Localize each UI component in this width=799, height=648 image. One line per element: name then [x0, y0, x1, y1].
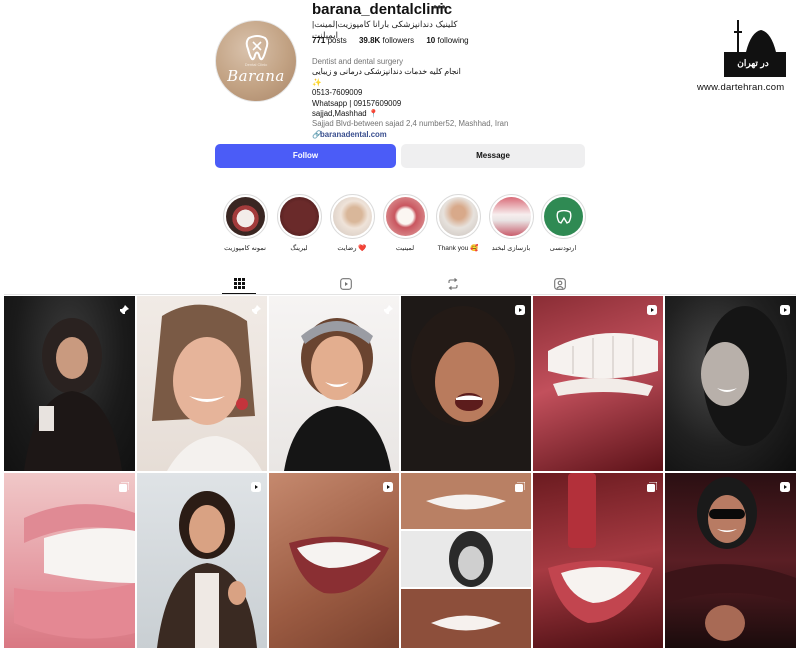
pin-icon — [251, 302, 261, 320]
post-tile-pinned-smile[interactable] — [137, 296, 267, 471]
post-tile-reel-smile-closeup[interactable] — [269, 473, 399, 648]
woman-thumbs-up-illustration — [157, 491, 257, 648]
profile-bio: Dentist and dental surgery انجام کلیه خد… — [312, 57, 572, 140]
following-label: following — [437, 36, 469, 45]
followers-stat[interactable]: 39.8K followers — [359, 36, 414, 45]
highlight-cover — [276, 194, 322, 239]
posts-count: 771 — [312, 36, 326, 45]
tagged-user-icon — [554, 278, 566, 290]
reel-icon — [251, 479, 261, 497]
followers-label: followers — [382, 36, 415, 45]
bio-whatsapp: Whatsapp | 09157609009 — [312, 98, 402, 108]
lipstick-smile-illustration — [548, 473, 653, 623]
highlight-cover — [329, 194, 375, 239]
reel-icon — [780, 302, 790, 320]
highlight-thank-you[interactable]: Thank you 🥰 — [434, 194, 482, 252]
highlight-satisfaction[interactable]: رضایت ❤️ — [328, 194, 376, 252]
tabs-divider — [4, 294, 796, 295]
highlight-label: نمونه کامپوزیت — [224, 245, 266, 252]
bio-phone: 0513-7609009 — [312, 88, 363, 98]
highlight-laminate[interactable]: لمینیت — [381, 194, 429, 252]
following-stat[interactable]: 10 following — [426, 36, 468, 45]
pin-icon — [383, 302, 393, 320]
profile-avatar[interactable]: Dental Clinic Barana — [215, 20, 297, 102]
woman-bw-portrait-illustration — [701, 306, 787, 446]
highlight-cover — [222, 194, 268, 239]
link-icon: 🔗 — [312, 129, 322, 139]
tab-reposts[interactable] — [436, 276, 470, 294]
highlight-cover — [540, 194, 586, 239]
post-tile-carousel-collage[interactable] — [401, 473, 531, 648]
watermark-site: www.dartehran.com — [697, 82, 785, 93]
teeth-closeup-illustration — [548, 333, 658, 396]
post-tile-reel-sunglasses[interactable] — [665, 473, 796, 648]
profile-username: barana_dentalclinic — [312, 1, 453, 18]
highlight-label: لمینیت — [395, 245, 415, 252]
post-tile-reel-teeth-closeup[interactable] — [533, 296, 663, 471]
followers-count: 39.8K — [358, 36, 381, 45]
reel-icon — [383, 479, 393, 497]
post-tile-reel-thumbs-up[interactable] — [137, 473, 267, 648]
reel-icon — [780, 479, 790, 497]
bio-services: انجام کلیه خدمات دندانپزشکی درمانی و زیب… — [312, 67, 461, 87]
woman-laughing-illustration — [411, 306, 515, 426]
grid-icon — [233, 278, 245, 289]
follow-button[interactable]: Follow — [215, 144, 396, 168]
highlight-smile-makeover[interactable]: بازسازی لبخند — [487, 194, 535, 252]
highlight-cover — [435, 194, 481, 239]
following-count: 10 — [426, 36, 436, 45]
logo-wordmark: Barana — [227, 67, 285, 85]
highlight-orthodontics[interactable]: ارتودنسی — [539, 194, 587, 252]
highlight-label: رضایت ❤️ — [337, 245, 367, 252]
tab-reels[interactable] — [329, 276, 363, 294]
lips-veneers-illustration — [14, 504, 135, 639]
woman-headband-illustration — [284, 318, 391, 471]
carousel-icon — [119, 479, 130, 497]
reel-icon — [647, 302, 657, 320]
pin-icon — [119, 302, 129, 320]
more-options-icon[interactable]: ••• — [433, 0, 446, 14]
dartehran-logo-icon — [724, 20, 786, 77]
post-tile-reel-laughing[interactable] — [401, 296, 531, 471]
smile-closeup-illustration — [289, 536, 389, 594]
bio-address[interactable]: Sajjad Blvd-between sajad 2,4 number52, … — [312, 119, 572, 129]
post-tile-pinned-portrait[interactable] — [4, 296, 135, 471]
tab-posts[interactable] — [222, 276, 256, 294]
posts-label: posts — [327, 36, 347, 45]
highlight-learning[interactable]: لیرینگ — [275, 194, 323, 252]
watermark-logo-text: در تهران — [737, 58, 769, 68]
carousel-icon — [647, 479, 658, 497]
profile-stats: 771 posts 39.8K followers 10 following — [312, 36, 479, 45]
bio-link-row[interactable]: 🔗baranadental.com — [312, 130, 572, 140]
reel-icon — [515, 302, 525, 320]
highlight-label: Thank you 🥰 — [437, 245, 479, 252]
posts-stat: 771 posts — [312, 36, 347, 45]
highlight-label: لیرینگ — [290, 245, 308, 252]
highlight-cover — [488, 194, 534, 239]
reels-icon — [340, 278, 352, 290]
highlight-composite-samples[interactable]: نمونه کامپوزیت — [221, 194, 269, 252]
smile-collage-illustration — [401, 473, 531, 648]
highlight-label: ارتودنسی — [549, 245, 577, 252]
highlight-cover — [382, 194, 428, 239]
message-button[interactable]: Message — [401, 144, 585, 168]
woman-smiling-illustration — [152, 304, 262, 471]
repost-icon — [448, 278, 458, 290]
highlight-label: بازسازی لبخند — [491, 245, 531, 252]
post-tile-carousel-lipstick[interactable] — [533, 473, 663, 648]
tab-tagged[interactable] — [543, 276, 577, 294]
woman-sunglasses-illustration — [665, 477, 796, 641]
woman-portrait-illustration — [24, 318, 122, 471]
bio-location: sajjad,Mashhad 📍 — [312, 109, 379, 119]
post-tile-carousel-lips[interactable] — [4, 473, 135, 648]
post-tile-pinned-headband[interactable] — [269, 296, 399, 471]
carousel-icon — [515, 479, 526, 497]
bio-category: Dentist and dental surgery — [312, 57, 404, 66]
tooth-logo-icon — [245, 35, 269, 61]
post-tile-reel-bw-portrait[interactable] — [665, 296, 796, 471]
bio-website-link[interactable]: baranadental.com — [320, 130, 387, 139]
tooth-logo-icon — [556, 210, 571, 224]
